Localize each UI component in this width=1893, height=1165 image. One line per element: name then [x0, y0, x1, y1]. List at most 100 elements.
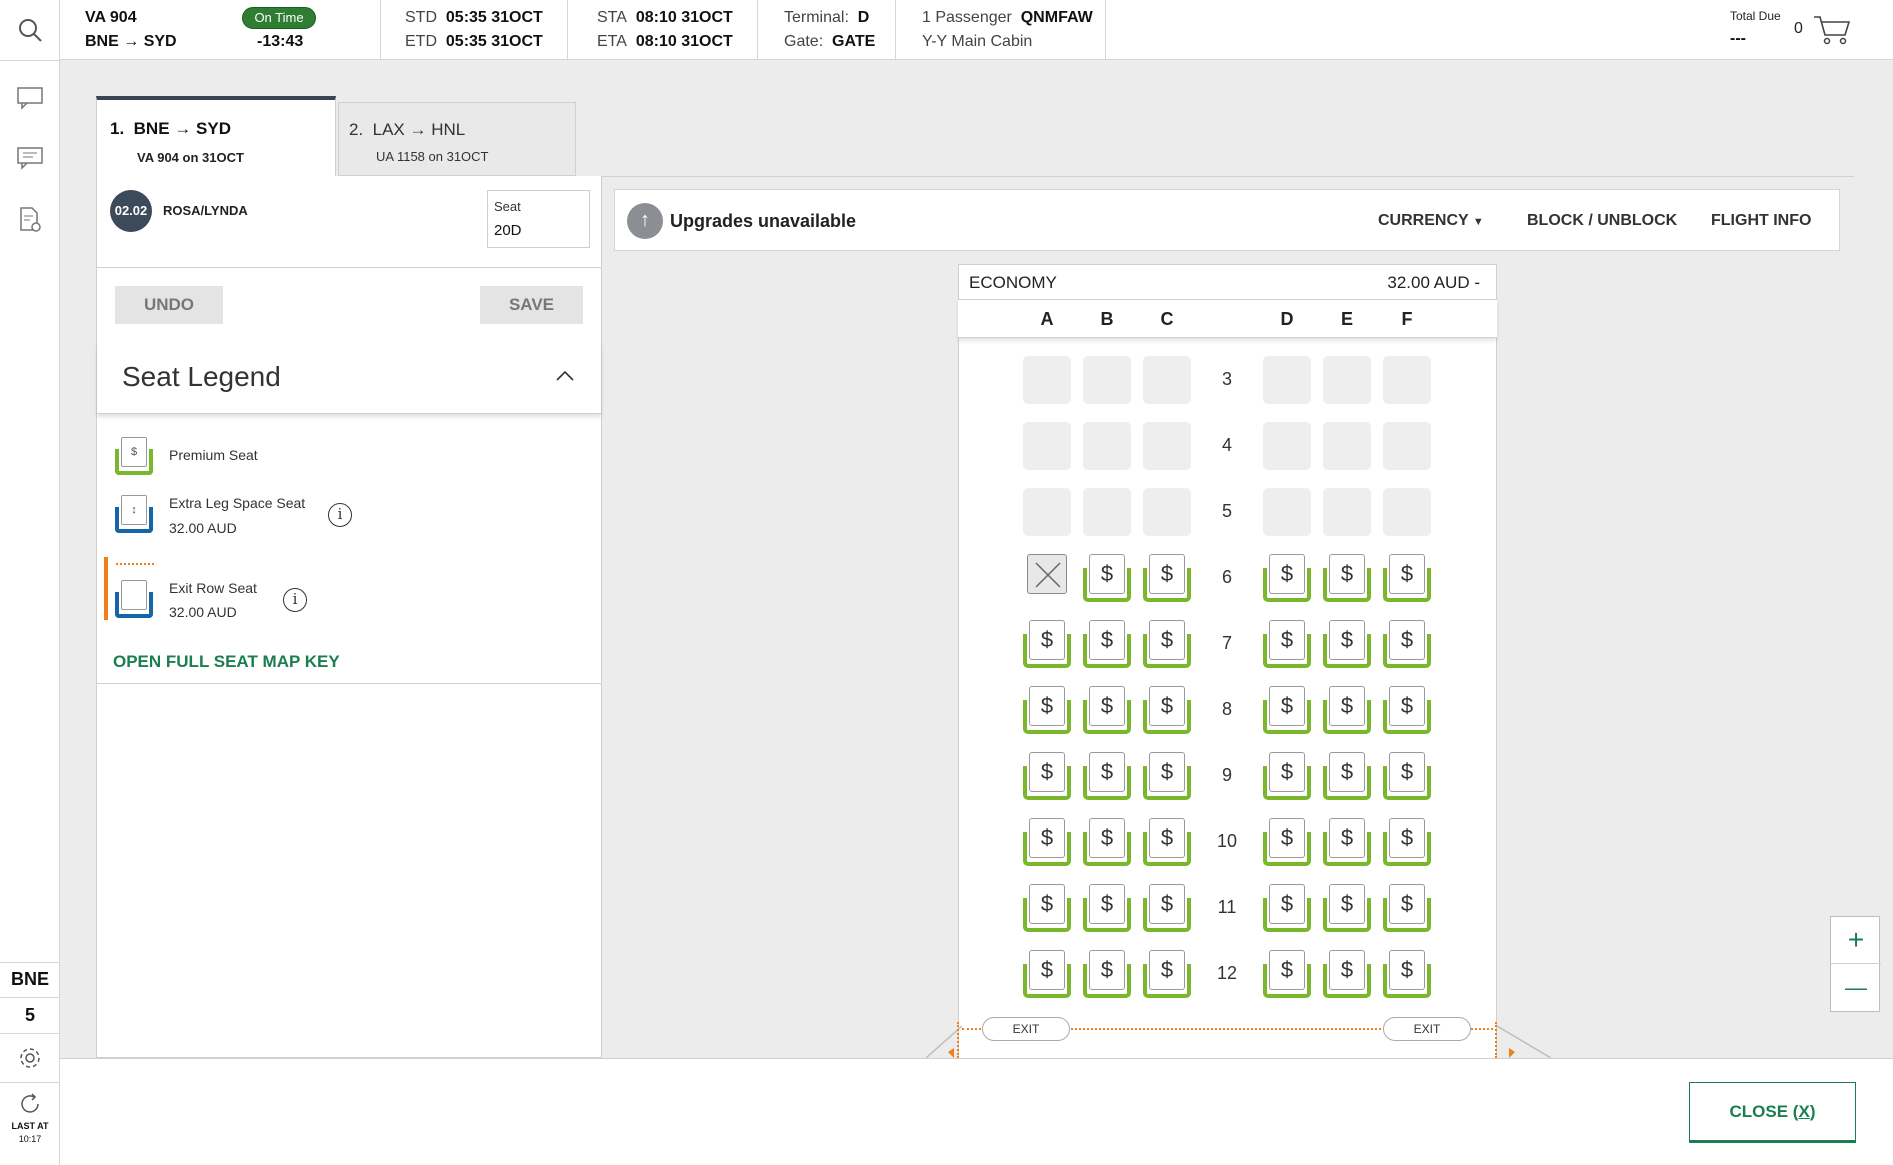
seat-7a[interactable]: $ — [1023, 620, 1071, 668]
zoom-in-button[interactable]: + — [1831, 917, 1881, 964]
seat-6c[interactable]: $ — [1143, 554, 1191, 602]
info-icon[interactable]: i — [328, 503, 352, 527]
exit-row-marker — [104, 557, 108, 620]
dollar-icon: $ — [1089, 686, 1125, 726]
seat-9c[interactable]: $ — [1143, 752, 1191, 800]
seat-11e[interactable]: $ — [1323, 884, 1371, 932]
extra-leg-price: 32.00 AUD — [169, 520, 237, 536]
seat-12a[interactable]: $ — [1023, 950, 1071, 998]
seat-7d[interactable]: $ — [1263, 620, 1311, 668]
column-label-d: D — [1280, 309, 1294, 329]
seat-9e[interactable]: $ — [1323, 752, 1371, 800]
cabin-name: ECONOMY — [969, 273, 1057, 292]
etd-value: 05:35 31OCT — [445, 33, 543, 50]
chevron-up-icon[interactable] — [555, 368, 575, 387]
row-number: 3 — [1221, 369, 1232, 389]
seat-10b[interactable]: $ — [1083, 818, 1131, 866]
open-seat-map-key-link[interactable]: OPEN FULL SEAT MAP KEY — [113, 652, 340, 672]
seat-12d[interactable]: $ — [1263, 950, 1311, 998]
fuselage-right — [1496, 1018, 1552, 1063]
seat-9d[interactable]: $ — [1263, 752, 1311, 800]
row-number: 12 — [1216, 963, 1238, 983]
seat-7f[interactable]: $ — [1383, 620, 1431, 668]
seat-12c[interactable]: $ — [1143, 950, 1191, 998]
column-label-b: B — [1100, 309, 1114, 329]
seat-8e[interactable]: $ — [1323, 686, 1371, 734]
document-settings-icon[interactable] — [0, 200, 60, 240]
flight-info-button[interactable]: FLIGHT INFO — [1711, 212, 1811, 230]
sta-value: 08:10 31OCT — [635, 9, 733, 26]
currency-dropdown[interactable]: CURRENCY ▼ — [1378, 212, 1484, 230]
seat-9b[interactable]: $ — [1083, 752, 1131, 800]
dollar-icon: $ — [1329, 686, 1365, 726]
seat-4b — [1083, 422, 1131, 470]
seat-8d[interactable]: $ — [1263, 686, 1311, 734]
close-button[interactable]: CLOSE (X) — [1689, 1082, 1856, 1143]
seat-12b[interactable]: $ — [1083, 950, 1131, 998]
flight-summary: VA 904 BNE → SYD — [60, 0, 208, 60]
seat-10c[interactable]: $ — [1143, 818, 1191, 866]
tab-segment-2[interactable]: 2. LAX → HNL UA 1158 on 31OCT — [338, 102, 576, 176]
save-button[interactable]: SAVE — [480, 286, 583, 324]
gear-icon[interactable] — [0, 1038, 60, 1078]
comments-icon[interactable] — [0, 138, 60, 178]
left-rail: BNE 5 LAST AT 10:17 — [0, 0, 60, 1165]
dollar-icon: $ — [1149, 686, 1185, 726]
seat-10f[interactable]: $ — [1383, 818, 1431, 866]
exit-row-dots — [116, 563, 154, 565]
flight-header: VA 904 BNE → SYD On Time -13:43 STD 05:3… — [60, 0, 1893, 60]
seat-9a[interactable]: $ — [1023, 752, 1071, 800]
seat-12f[interactable]: $ — [1383, 950, 1431, 998]
std-label: STD — [405, 9, 437, 26]
seat-6f[interactable]: $ — [1383, 554, 1431, 602]
column-header: A B C D E F — [958, 300, 1497, 338]
eta-label: ETA — [597, 33, 627, 50]
seat-field[interactable]: Seat 20D — [487, 190, 590, 248]
seat-8b[interactable]: $ — [1083, 686, 1131, 734]
seat-10a[interactable]: $ — [1023, 818, 1071, 866]
exit-label-right: EXIT — [1383, 1017, 1471, 1041]
seat-10e[interactable]: $ — [1323, 818, 1371, 866]
flight-route: BNE → SYD — [85, 33, 177, 51]
seat-4c — [1143, 422, 1191, 470]
total-due: Total Due --- 0 — [1730, 0, 1890, 60]
refresh-icon[interactable] — [0, 1084, 60, 1124]
upgrades-bar: ↑ Upgrades unavailable CURRENCY ▼ BLOCK … — [614, 189, 1840, 251]
seat-8f[interactable]: $ — [1383, 686, 1431, 734]
zoom-out-button[interactable]: — — [1831, 965, 1881, 1012]
seat-8a[interactable]: $ — [1023, 686, 1071, 734]
seat-3b — [1083, 356, 1131, 404]
seat-11a[interactable]: $ — [1023, 884, 1071, 932]
info-icon[interactable]: i — [283, 588, 307, 612]
row-number: 11 — [1217, 897, 1237, 917]
seat-11b[interactable]: $ — [1083, 884, 1131, 932]
cart-icon[interactable] — [1812, 13, 1852, 52]
seat-6e[interactable]: $ — [1323, 554, 1371, 602]
seat-6d[interactable]: $ — [1263, 554, 1311, 602]
seat-9f[interactable]: $ — [1383, 752, 1431, 800]
dollar-icon: $ — [1029, 884, 1065, 924]
seat-12e[interactable]: $ — [1323, 950, 1371, 998]
footer — [60, 1058, 1893, 1165]
dollar-icon: $ — [1029, 620, 1065, 660]
undo-button[interactable]: UNDO — [115, 286, 223, 324]
seat-7b[interactable]: $ — [1083, 620, 1131, 668]
seat-11f[interactable]: $ — [1383, 884, 1431, 932]
search-icon[interactable] — [0, 10, 60, 50]
seat-11d[interactable]: $ — [1263, 884, 1311, 932]
passenger-badge[interactable]: 02.02 — [110, 190, 152, 232]
block-unblock-button[interactable]: BLOCK / UNBLOCK — [1527, 212, 1677, 230]
seat-7c[interactable]: $ — [1143, 620, 1191, 668]
row-number: 10 — [1216, 831, 1238, 851]
row-number: 9 — [1221, 765, 1232, 785]
seat-4a — [1023, 422, 1071, 470]
seat-6b[interactable]: $ — [1083, 554, 1131, 602]
seat-10d[interactable]: $ — [1263, 818, 1311, 866]
tab-segment-1[interactable]: 1. BNE → SYD VA 904 on 31OCT — [96, 96, 336, 177]
seat-3e — [1323, 356, 1371, 404]
upgrades-status: Upgrades unavailable — [670, 211, 857, 231]
seat-8c[interactable]: $ — [1143, 686, 1191, 734]
message-icon[interactable] — [0, 78, 60, 118]
seat-11c[interactable]: $ — [1143, 884, 1191, 932]
seat-7e[interactable]: $ — [1323, 620, 1371, 668]
